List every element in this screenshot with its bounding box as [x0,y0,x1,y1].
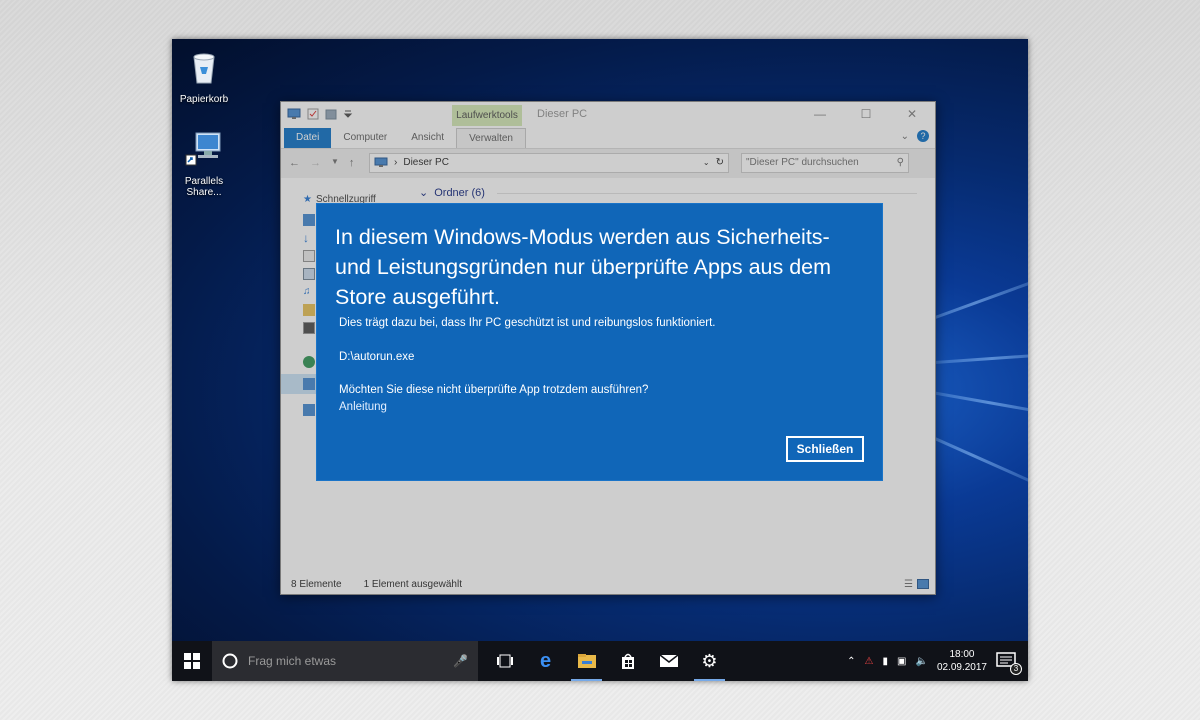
network-status-icon[interactable]: ▣ [897,656,906,667]
search-icon[interactable]: ⚲ [897,157,904,168]
title-bar: Laufwerktools Dieser PC — ☐ ✕ [281,102,935,126]
ribbon-tabs: Datei Computer Ansicht Verwalten ⌄ ? [281,126,935,148]
forward-icon[interactable]: → [310,157,321,169]
nav-item-network[interactable] [303,404,315,416]
nav-item-desktop[interactable] [303,214,315,226]
desktop-folder-icon [303,214,315,226]
defender-warning-icon[interactable]: ⚠ [865,656,874,667]
properties-icon[interactable] [307,108,319,120]
app-blocked-dialog: In diesem Windows-Modus werden aus Siche… [316,203,883,481]
tab-computer[interactable]: Computer [331,128,399,148]
folder-icon [303,304,315,316]
music-icon: ♫ [303,286,311,297]
address-text: Dieser PC [403,157,449,168]
recycle-bin-icon [193,53,215,84]
dialog-app-path: D:\autorun.exe [339,351,415,363]
show-hidden-icons-icon[interactable]: ⌃ [847,656,855,667]
status-selection: 1 Element ausgewählt [363,578,462,590]
large-icons-view-icon[interactable] [917,578,929,589]
action-center-button[interactable]: 3 [996,649,1022,675]
dialog-question: Möchten Sie diese nicht überprüfte App t… [339,384,649,396]
status-item-count: 8 Elemente [291,578,342,590]
qat-customize-icon[interactable] [343,108,353,120]
tab-verwalten[interactable]: Verwalten [456,128,526,148]
cortana-icon [222,653,238,669]
network-icon [303,404,315,416]
section-header-label: Ordner (6) [434,186,485,199]
search-input[interactable]: "Dieser PC" durchsuchen ⚲ [741,152,909,173]
address-row: ← → ▼ ↑ › Dieser PC ⌄ ↻ "Dieser PC" durc… [281,148,935,176]
address-dropdown-icon[interactable]: ⌄ [703,158,710,167]
search-placeholder: "Dieser PC" durchsuchen [746,157,859,168]
back-icon[interactable]: ← [289,157,300,169]
computer-icon [374,157,388,167]
status-bar: 8 Elemente 1 Element ausgewählt ☰ [281,574,935,594]
desktop-icon-label: Parallels Share... [184,176,224,198]
battery-icon[interactable]: ▮ [883,656,889,667]
volume-icon[interactable]: 🔈 [915,656,927,667]
refresh-icon[interactable]: ↻ [716,157,724,168]
nav-item-onedrive[interactable] [303,356,315,368]
nav-item-downloads[interactable]: ↓ [303,232,315,244]
desktop-icon-label: Papierkorb [179,94,229,105]
clock-time: 18:00 [949,649,975,660]
nav-item-documents[interactable] [303,250,315,262]
up-icon[interactable]: ↑ [349,157,355,169]
store-icon[interactable] [607,641,648,681]
dialog-title: In diesem Windows-Modus werden aus Siche… [335,225,832,309]
window-title: Dieser PC [537,108,588,120]
nav-item-videos[interactable] [303,322,315,334]
address-bar[interactable]: › Dieser PC ⌄ ↻ [369,152,729,173]
minimize-button[interactable]: — [797,102,843,126]
maximize-button[interactable]: ☐ [843,102,889,126]
microphone-icon[interactable]: 🎤 [453,654,468,668]
computer-icon [287,108,301,119]
section-divider [497,193,917,194]
new-folder-icon[interactable] [325,108,337,120]
desktop-icon-recycle-bin[interactable]: Papierkorb [172,47,236,105]
dialog-help-link[interactable]: Anleitung [339,401,387,413]
star-icon: ★ [303,194,312,205]
mail-icon[interactable] [648,641,689,681]
chevron-down-icon: ⌄ [419,187,429,199]
network-computer-icon [185,132,221,166]
taskbar-search-placeholder: Frag mich etwas [248,654,337,668]
recent-locations-icon[interactable]: ▼ [331,157,339,169]
dialog-subtitle: Dies trägt dazu bei, dass Ihr PC geschüt… [339,317,716,329]
clock[interactable]: 18:00 02.09.2017 [937,648,987,674]
desktop-icon-parallels-share[interactable]: Parallels Share... [172,129,236,198]
windows-logo-icon [184,653,200,669]
pictures-icon [303,268,315,280]
task-view-icon[interactable] [484,641,525,681]
close-dialog-button[interactable]: Schließen [786,436,864,462]
desktop-screen: Papierkorb Parallels Share... Laufwerkto… [172,39,1028,681]
notification-count-badge: 3 [1010,663,1022,675]
clock-date: 02.09.2017 [936,662,987,673]
nav-item-folder[interactable] [303,304,315,316]
nav-item-pictures[interactable] [303,268,315,280]
taskbar: Frag mich etwas 🎤 e ⚙ ⌃ ⚠ ▮ ▣ 🔈 18:00 02… [172,641,1028,681]
file-explorer-icon[interactable] [566,641,607,681]
settings-icon[interactable]: ⚙ [689,641,730,681]
quick-access-toolbar [281,108,353,120]
help-icon[interactable]: ? [917,130,929,142]
tab-ansicht[interactable]: Ansicht [399,128,456,148]
close-window-button[interactable]: ✕ [889,102,935,126]
computer-icon [303,378,315,390]
video-icon [303,322,315,334]
section-header[interactable]: ⌄ Ordner (6) [419,186,485,200]
tab-datei[interactable]: Datei [284,128,332,148]
onedrive-icon [303,356,315,368]
document-icon [303,250,315,262]
edge-icon[interactable]: e [525,641,566,681]
start-button[interactable] [172,641,212,681]
taskbar-search-box[interactable]: Frag mich etwas 🎤 [212,641,478,681]
download-icon: ↓ [303,231,309,245]
breadcrumb-chevron-icon: › [394,157,398,168]
details-view-icon[interactable]: ☰ [904,579,913,590]
ribbon-expand-icon[interactable]: ⌄ [901,131,909,142]
nav-item-music[interactable]: ♫ [303,286,315,298]
context-tab-group-label: Laufwerktools [452,105,522,126]
system-tray: ⌃ ⚠ ▮ ▣ 🔈 18:00 02.09.2017 3 [847,641,1028,681]
